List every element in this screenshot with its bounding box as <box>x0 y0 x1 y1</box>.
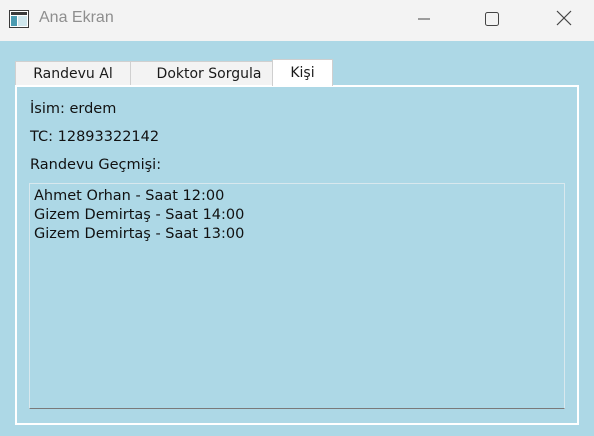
person-name-label: İsim: erdem <box>30 101 117 117</box>
app-window-icon <box>9 10 29 28</box>
tab-kisi[interactable]: Kişi <box>272 59 333 86</box>
history-item: Gizem Demirtaş - Saat 14:00 <box>34 207 245 223</box>
window-title: Ana Ekran <box>39 9 114 26</box>
maximize-button[interactable] <box>469 0 515 40</box>
close-icon <box>556 10 572 30</box>
minimize-button[interactable] <box>401 0 447 40</box>
appointment-history-textbox[interactable]: Ahmet Orhan - Saat 12:00 Gizem Demirtaş … <box>29 183 565 409</box>
history-item: Ahmet Orhan - Saat 12:00 <box>34 188 225 204</box>
tab-randevu-al[interactable]: Randevu Al <box>15 61 131 85</box>
minimize-icon <box>417 11 431 30</box>
maximize-icon <box>485 11 499 30</box>
tab-panel-kisi: İsim: erdem TC: 12893322142 Randevu Geçm… <box>15 85 579 425</box>
close-button[interactable] <box>541 0 587 40</box>
title-bar[interactable]: Ana Ekran <box>0 0 594 41</box>
person-tc-label: TC: 12893322142 <box>30 129 160 145</box>
history-label: Randevu Geçmişi: <box>30 157 162 173</box>
tab-doktor-sorgula[interactable]: Doktor Sorgula <box>130 61 288 85</box>
main-window: Ana Ekran Randevu Al Doktor Sorgula Kişi… <box>0 0 594 436</box>
history-item: Gizem Demirtaş - Saat 13:00 <box>34 226 245 242</box>
